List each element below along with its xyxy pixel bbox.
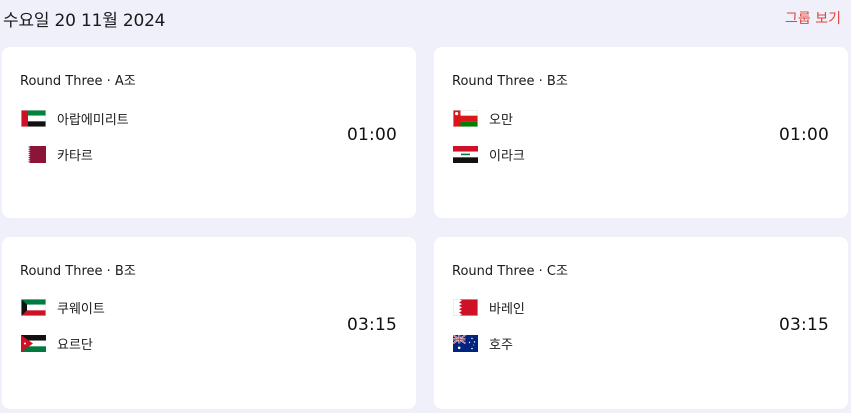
home-team: 오만 <box>453 108 513 128</box>
away-team: 카타르 <box>21 144 93 164</box>
match-card[interactable]: Round Three · A조 아랍에미리트 카타르 01:00 <box>2 47 416 218</box>
match-round-label: Round Three · B조 <box>452 74 568 89</box>
away-team: 요르단 <box>21 333 93 353</box>
iraq-flag-icon <box>453 145 478 163</box>
team-name: 이라크 <box>489 148 525 164</box>
home-team: 쿠웨이트 <box>21 297 105 317</box>
match-time: 03:15 <box>347 315 397 335</box>
team-name: 호주 <box>489 337 513 353</box>
kuwait-flag-icon <box>21 298 46 316</box>
match-card[interactable]: Round Three · C조 바레인 호주 03:15 <box>434 237 848 409</box>
home-team: 바레인 <box>453 297 525 317</box>
team-name: 요르단 <box>57 337 93 353</box>
date-title: 수요일 20 11월 2024 <box>3 11 166 31</box>
match-round-label: Round Three · A조 <box>20 74 136 89</box>
match-round-label: Round Three · C조 <box>452 264 568 279</box>
view-groups-link[interactable]: 그룹 보기 <box>785 8 841 28</box>
match-round-label: Round Three · B조 <box>20 264 136 279</box>
home-team: 아랍에미리트 <box>21 108 129 128</box>
team-name: 오만 <box>489 112 513 128</box>
match-card[interactable]: Round Three · B조 오만 이라크 01:00 <box>434 47 848 218</box>
match-time: 01:00 <box>779 125 829 145</box>
qatar-flag-icon <box>21 145 46 163</box>
match-card[interactable]: Round Three · B조 쿠웨이트 요르단 03:15 <box>2 237 416 409</box>
bahrain-flag-icon <box>453 298 478 316</box>
away-team: 호주 <box>453 333 513 353</box>
match-time: 01:00 <box>347 125 397 145</box>
team-name: 바레인 <box>489 301 525 317</box>
team-name: 아랍에미리트 <box>57 112 129 128</box>
page-header: 수요일 20 11월 2024 그룹 보기 <box>0 0 851 36</box>
match-time: 03:15 <box>779 315 829 335</box>
team-name: 쿠웨이트 <box>57 301 105 317</box>
uae-flag-icon <box>21 109 46 127</box>
jordan-flag-icon <box>21 334 46 352</box>
away-team: 이라크 <box>453 144 525 164</box>
oman-flag-icon <box>453 109 478 127</box>
team-name: 카타르 <box>57 148 93 164</box>
australia-flag-icon <box>453 334 478 352</box>
